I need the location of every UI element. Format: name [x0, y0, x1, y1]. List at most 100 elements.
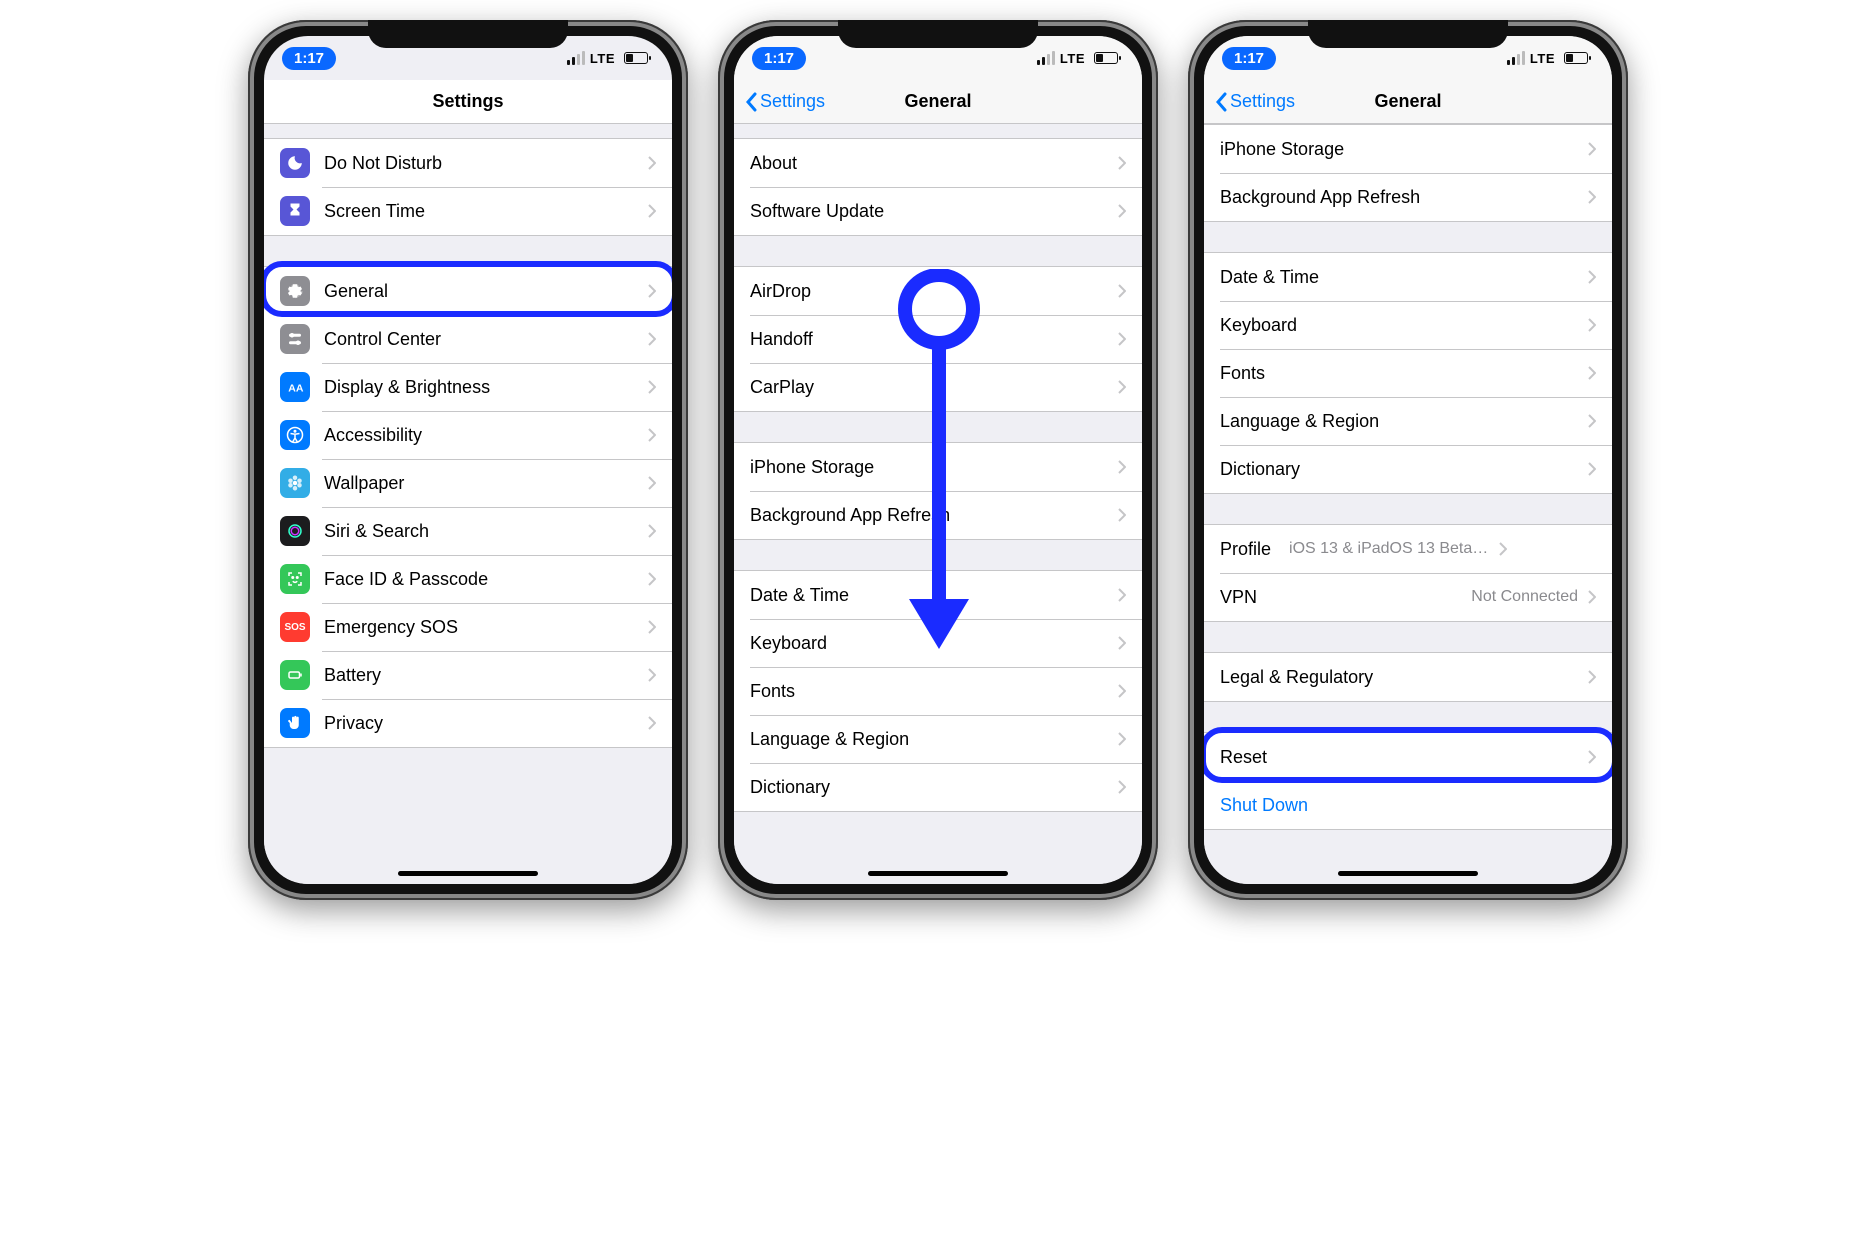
status-right: LTE — [567, 51, 648, 66]
row-label: Fonts — [750, 681, 1108, 702]
row-dictionary[interactable]: Dictionary — [734, 763, 1142, 811]
row-iphone-storage[interactable]: iPhone Storage — [1204, 125, 1612, 173]
row-label: Date & Time — [750, 585, 1108, 606]
carrier-label: LTE — [1060, 51, 1085, 66]
row-keyboard[interactable]: Keyboard — [734, 619, 1142, 667]
notch — [368, 20, 568, 48]
phone-frame-2: 1:17 LTE Settings General About Software… — [718, 20, 1158, 900]
row-face-id-passcode[interactable]: Face ID & Passcode — [264, 555, 672, 603]
row-reset[interactable]: Reset — [1204, 733, 1612, 781]
chevron-right-icon — [1118, 588, 1126, 602]
phone-frame-1: 1:17 LTE Settings Do Not Disturb Screen … — [248, 20, 688, 900]
row-label: Keyboard — [750, 633, 1108, 654]
row-background-app-refresh[interactable]: Background App Refresh — [734, 491, 1142, 539]
row-background-app-refresh[interactable]: Background App Refresh — [1204, 173, 1612, 221]
row-software-update[interactable]: Software Update — [734, 187, 1142, 235]
row-label: Reset — [1220, 747, 1578, 768]
row-airdrop[interactable]: AirDrop — [734, 267, 1142, 315]
chevron-right-icon — [1588, 462, 1596, 476]
row-label: Language & Region — [1220, 411, 1578, 432]
row-control-center[interactable]: Control Center — [264, 315, 672, 363]
group-profile: ProfileiOS 13 & iPadOS 13 Beta Softwar..… — [1204, 524, 1612, 622]
row-legal-regulatory[interactable]: Legal & Regulatory — [1204, 653, 1612, 701]
general-list-bottom[interactable]: iPhone Storage Background App Refresh Da… — [1204, 124, 1612, 884]
row-label: About — [750, 153, 1108, 174]
chevron-right-icon — [1588, 750, 1596, 764]
row-vpn[interactable]: VPN Not Connected — [1204, 573, 1612, 621]
chevron-right-icon — [1588, 590, 1596, 604]
chevron-right-icon — [1588, 270, 1596, 284]
home-indicator[interactable] — [868, 871, 1008, 876]
row-detail: iOS 13 & iPadOS 13 Beta Softwar... — [1289, 540, 1489, 558]
row-language-region[interactable]: Language & Region — [1204, 397, 1612, 445]
row-fonts[interactable]: Fonts — [734, 667, 1142, 715]
row-do-not-disturb[interactable]: Do Not Disturb — [264, 139, 672, 187]
row-iphone-storage[interactable]: iPhone Storage — [734, 443, 1142, 491]
phone-frame-3: 1:17 LTE Settings General iPhone Storage… — [1188, 20, 1628, 900]
row-carplay[interactable]: CarPlay — [734, 363, 1142, 411]
row-label: Legal & Regulatory — [1220, 667, 1578, 688]
row-emergency-sos[interactable]: SOS Emergency SOS — [264, 603, 672, 651]
settings-list[interactable]: Do Not Disturb Screen Time General — [264, 124, 672, 884]
row-dictionary[interactable]: Dictionary — [1204, 445, 1612, 493]
row-label: Software Update — [750, 201, 1108, 222]
row-accessibility[interactable]: Accessibility — [264, 411, 672, 459]
battery-icon — [1094, 52, 1118, 64]
general-list[interactable]: About Software Update AirDrop Handoff Ca… — [734, 124, 1142, 884]
row-profile[interactable]: ProfileiOS 13 & iPadOS 13 Beta Softwar..… — [1204, 525, 1612, 573]
row-keyboard[interactable]: Keyboard — [1204, 301, 1612, 349]
row-language-region[interactable]: Language & Region — [734, 715, 1142, 763]
chevron-right-icon — [648, 572, 656, 586]
row-screen-time[interactable]: Screen Time — [264, 187, 672, 235]
back-button[interactable]: Settings — [1214, 91, 1295, 112]
group-storage: iPhone Storage Background App Refresh — [734, 442, 1142, 540]
chevron-right-icon — [1118, 460, 1126, 474]
chevron-right-icon — [648, 668, 656, 682]
hourglass-icon — [280, 196, 310, 226]
group-localization: Date & Time Keyboard Fonts Language & Re… — [1204, 252, 1612, 494]
row-wallpaper[interactable]: Wallpaper — [264, 459, 672, 507]
screen-1: 1:17 LTE Settings Do Not Disturb Screen … — [264, 36, 672, 884]
group-about: About Software Update — [734, 138, 1142, 236]
row-general[interactable]: General — [264, 267, 672, 315]
row-battery[interactable]: Battery — [264, 651, 672, 699]
row-date-time[interactable]: Date & Time — [1204, 253, 1612, 301]
notch — [838, 20, 1038, 48]
chevron-right-icon — [648, 524, 656, 538]
back-label: Settings — [760, 91, 825, 112]
row-detail: Not Connected — [1471, 588, 1578, 606]
row-display-brightness[interactable]: AA Display & Brightness — [264, 363, 672, 411]
row-label: Background App Refresh — [1220, 187, 1578, 208]
row-shut-down[interactable]: Shut Down — [1204, 781, 1612, 829]
group-localization: Date & Time Keyboard Fonts Language & Re… — [734, 570, 1142, 812]
chevron-right-icon — [1588, 142, 1596, 156]
row-label: Shut Down — [1220, 795, 1596, 816]
settings-group-focus: Do Not Disturb Screen Time — [264, 138, 672, 236]
status-time: 1:17 — [1222, 47, 1276, 70]
group-storage: iPhone Storage Background App Refresh — [1204, 124, 1612, 222]
chevron-right-icon — [648, 428, 656, 442]
row-fonts[interactable]: Fonts — [1204, 349, 1612, 397]
flower-icon — [280, 468, 310, 498]
back-label: Settings — [1230, 91, 1295, 112]
home-indicator[interactable] — [1338, 871, 1478, 876]
row-about[interactable]: About — [734, 139, 1142, 187]
row-siri-search[interactable]: Siri & Search — [264, 507, 672, 555]
back-button[interactable]: Settings — [744, 91, 825, 112]
chevron-right-icon — [648, 716, 656, 730]
row-handoff[interactable]: Handoff — [734, 315, 1142, 363]
chevron-right-icon — [648, 332, 656, 346]
siri-icon — [280, 516, 310, 546]
signal-icon — [567, 51, 585, 65]
row-date-time[interactable]: Date & Time — [734, 571, 1142, 619]
row-label: Language & Region — [750, 729, 1108, 750]
row-label: VPN — [1220, 587, 1463, 608]
row-privacy[interactable]: Privacy — [264, 699, 672, 747]
home-indicator[interactable] — [398, 871, 538, 876]
carrier-label: LTE — [1530, 51, 1555, 66]
battery-row-icon — [280, 660, 310, 690]
chevron-left-icon — [1214, 92, 1228, 112]
row-label: Siri & Search — [324, 521, 638, 542]
moon-icon — [280, 148, 310, 178]
chevron-right-icon — [1118, 684, 1126, 698]
